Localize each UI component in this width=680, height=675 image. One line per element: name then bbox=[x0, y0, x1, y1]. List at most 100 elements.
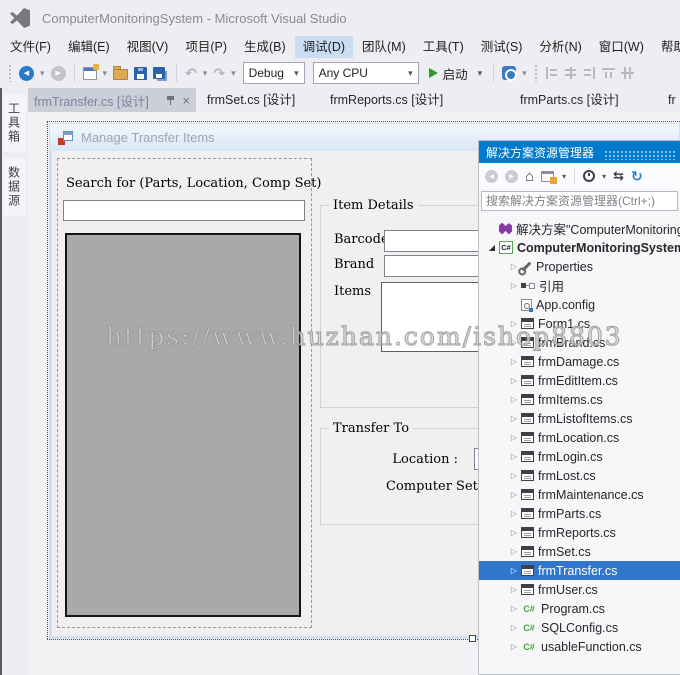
align-middle-icon[interactable] bbox=[620, 67, 634, 79]
menu-item-11[interactable]: 帮助(H) bbox=[653, 36, 680, 58]
collapsed-arrow-icon[interactable] bbox=[507, 414, 521, 423]
collapsed-arrow-icon[interactable] bbox=[507, 376, 521, 385]
platform-combo[interactable]: Any CPU ▾ bbox=[312, 62, 419, 84]
tree-item[interactable]: frmItems.cs bbox=[479, 390, 680, 409]
nav-forward-c-icon[interactable] bbox=[505, 169, 518, 183]
menu-item-4[interactable]: 生成(B) bbox=[236, 36, 294, 58]
drag-grip[interactable] bbox=[604, 149, 675, 160]
solution-explorer-title-bar[interactable]: 解决方案资源管理器 bbox=[479, 141, 680, 163]
menu-item-3[interactable]: 项目(P) bbox=[177, 36, 235, 58]
collapsed-arrow-icon[interactable] bbox=[507, 528, 521, 537]
tree-item[interactable]: C# usableFunction.cs bbox=[479, 637, 680, 656]
tree-item[interactable]: frmParts.cs bbox=[479, 504, 680, 523]
tree-item[interactable]: 解决方案"ComputerMonitoringSystem" bbox=[479, 219, 680, 238]
close-icon[interactable]: × bbox=[182, 94, 190, 107]
align-right-icon[interactable] bbox=[583, 67, 596, 79]
tab-frmtransfer-design[interactable]: frmTransfer.cs [设计] × bbox=[28, 88, 196, 112]
collapsed-arrow-icon[interactable] bbox=[507, 490, 521, 499]
nav-forward-icon[interactable] bbox=[50, 65, 66, 81]
menu-item-5[interactable]: 调试(D) bbox=[294, 36, 354, 58]
tab-inactive-2[interactable]: frmParts.cs [设计] bbox=[520, 88, 619, 112]
tab-inactive-0[interactable]: frmSet.cs [设计] bbox=[207, 88, 295, 112]
collapsed-arrow-icon[interactable] bbox=[507, 623, 521, 632]
tree-item[interactable]: Form1.cs bbox=[479, 314, 680, 333]
menu-item-2[interactable]: 视图(V) bbox=[119, 36, 177, 58]
caret-icon[interactable] bbox=[522, 68, 527, 79]
menu-item-8[interactable]: 测试(S) bbox=[473, 36, 531, 58]
tab-inactive-3[interactable]: fr bbox=[668, 88, 676, 112]
menu-item-9[interactable]: 分析(N) bbox=[531, 36, 589, 58]
collapsed-arrow-icon[interactable] bbox=[507, 281, 521, 290]
collapsed-arrow-icon[interactable] bbox=[507, 547, 521, 556]
tree-item[interactable]: frmLost.cs bbox=[479, 466, 680, 485]
tree-item[interactable]: 引用 bbox=[479, 276, 680, 295]
nav-back-icon[interactable] bbox=[19, 65, 34, 81]
nav-back-c-icon[interactable] bbox=[485, 169, 498, 183]
solution-search-input[interactable] bbox=[481, 191, 678, 211]
tree-item[interactable]: frmMaintenance.cs bbox=[479, 485, 680, 504]
align-top-icon[interactable] bbox=[601, 67, 615, 79]
search-textbox[interactable] bbox=[63, 200, 305, 221]
tree-item[interactable]: frmLogin.cs bbox=[479, 447, 680, 466]
caret-icon[interactable] bbox=[40, 68, 45, 79]
caret-icon[interactable] bbox=[203, 68, 208, 79]
tree-item[interactable]: frmBrand.cs bbox=[479, 333, 680, 352]
expanded-arrow-icon[interactable] bbox=[485, 243, 499, 252]
save-all-icon[interactable] bbox=[153, 67, 166, 79]
menu-item-1[interactable]: 编辑(E) bbox=[60, 36, 118, 58]
menu-item-7[interactable]: 工具(T) bbox=[415, 36, 472, 58]
collapsed-arrow-icon[interactable] bbox=[507, 642, 521, 651]
tree-item[interactable]: frmEditItem.cs bbox=[479, 371, 680, 390]
redo-icon[interactable] bbox=[213, 65, 225, 82]
menu-item-10[interactable]: 窗口(W) bbox=[591, 36, 652, 58]
collapsed-arrow-icon[interactable] bbox=[507, 338, 521, 347]
collapsed-arrow-icon[interactable] bbox=[507, 433, 521, 442]
collapsed-arrow-icon[interactable] bbox=[507, 509, 521, 518]
sync-active-doc-icon[interactable] bbox=[613, 168, 624, 184]
collapsed-arrow-icon[interactable] bbox=[507, 604, 521, 613]
tree-item[interactable]: C# SQLConfig.cs bbox=[479, 618, 680, 637]
align-left-icon[interactable] bbox=[545, 67, 558, 79]
undo-icon[interactable] bbox=[185, 65, 197, 82]
collapsed-arrow-icon[interactable] bbox=[507, 452, 521, 461]
pin-icon[interactable] bbox=[166, 95, 175, 106]
browser-link-icon[interactable] bbox=[502, 66, 518, 81]
caret-icon[interactable] bbox=[602, 172, 606, 181]
start-button[interactable]: 启动 ▾ bbox=[428, 64, 482, 83]
tree-item[interactable]: frmDamage.cs bbox=[479, 352, 680, 371]
tree-item[interactable]: App.config bbox=[479, 295, 680, 314]
caret-icon[interactable] bbox=[562, 172, 566, 181]
tree-item[interactable]: frmUser.cs bbox=[479, 580, 680, 599]
sidebar-tab-datasources[interactable]: 数据源 bbox=[2, 158, 26, 216]
new-item-icon[interactable] bbox=[82, 63, 99, 80]
refresh-icon[interactable] bbox=[631, 168, 643, 185]
collapsed-arrow-icon[interactable] bbox=[507, 357, 521, 366]
tree-item[interactable]: frmTransfer.cs bbox=[479, 561, 680, 580]
collapsed-arrow-icon[interactable] bbox=[507, 471, 521, 480]
pending-changes-icon[interactable] bbox=[583, 170, 596, 182]
debug-config-combo[interactable]: Debug ▾ bbox=[242, 62, 305, 84]
sidebar-tab-toolbox[interactable]: 工具箱 bbox=[2, 94, 26, 152]
resize-handle[interactable] bbox=[469, 635, 476, 642]
menu-item-6[interactable]: 团队(M) bbox=[354, 36, 414, 58]
switch-views-icon[interactable] bbox=[541, 170, 558, 184]
results-listbox[interactable] bbox=[65, 233, 301, 617]
tree-item[interactable]: frmLocation.cs bbox=[479, 428, 680, 447]
menu-item-0[interactable]: 文件(F) bbox=[2, 36, 59, 58]
align-center-icon[interactable] bbox=[564, 67, 577, 79]
collapsed-arrow-icon[interactable] bbox=[507, 585, 521, 594]
caret-icon[interactable] bbox=[103, 68, 108, 79]
tree-item[interactable]: C# Program.cs bbox=[479, 599, 680, 618]
tree-item[interactable]: frmListofItems.cs bbox=[479, 409, 680, 428]
tree-item[interactable]: frmSet.cs bbox=[479, 542, 680, 561]
save-icon[interactable] bbox=[134, 66, 148, 80]
open-file-icon[interactable] bbox=[113, 65, 129, 80]
tree-item[interactable]: frmReports.cs bbox=[479, 523, 680, 542]
collapsed-arrow-icon[interactable] bbox=[507, 566, 521, 575]
tree-item[interactable]: C# ComputerMonitoringSystem bbox=[479, 238, 680, 257]
collapsed-arrow-icon[interactable] bbox=[507, 395, 521, 404]
tree-item[interactable]: Properties bbox=[479, 257, 680, 276]
collapsed-arrow-icon[interactable] bbox=[507, 319, 521, 328]
tab-inactive-1[interactable]: frmReports.cs [设计] bbox=[330, 88, 443, 112]
caret-icon[interactable] bbox=[231, 68, 236, 79]
